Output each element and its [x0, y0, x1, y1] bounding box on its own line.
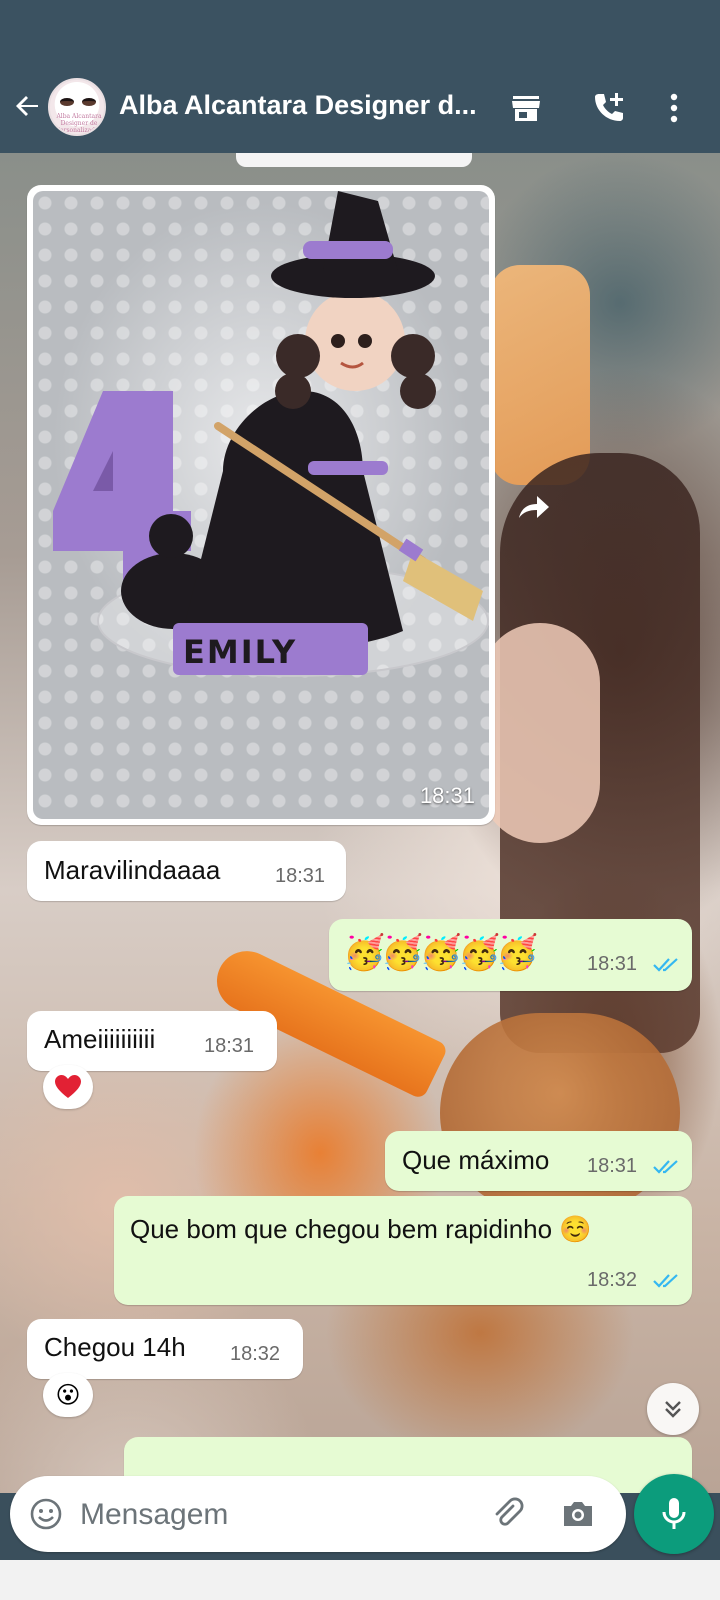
store-icon[interactable] [504, 86, 548, 130]
read-ticks-icon [653, 1160, 678, 1174]
witch-cake-topper-graphic [53, 191, 489, 677]
message-text: Que bom que chegou bem rapidinho ☺️ [130, 1214, 592, 1244]
contact-avatar[interactable]: Alba Alcantara Designer de Personalizado… [48, 78, 106, 136]
read-ticks-icon [653, 1274, 678, 1288]
message-time: 18:31 [275, 865, 326, 887]
avatar-brand-text: Alba Alcantara Designer de Personalizado… [56, 113, 102, 134]
outgoing-message[interactable]: Que máximo 18:31 [385, 1131, 692, 1191]
outgoing-message[interactable]: 🥳🥳🥳🥳🥳 18:31 [329, 919, 692, 991]
mic-icon [662, 1498, 686, 1529]
date-chip [236, 153, 472, 167]
message-time: 18:31 [419, 783, 475, 808]
outgoing-message[interactable]: Que bom que chegou bem rapidinho ☺️ 18:3… [114, 1196, 692, 1305]
message-time: 18:31 [587, 1155, 638, 1177]
message-time: 18:32 [230, 1343, 281, 1365]
scroll-to-bottom-button[interactable] [647, 1383, 699, 1435]
back-arrow-icon[interactable] [8, 86, 48, 126]
chevron-double-down-icon [665, 1401, 681, 1418]
message-input[interactable]: Mensagem [80, 1498, 228, 1532]
add-call-icon[interactable] [586, 86, 630, 130]
message-text: 🥳🥳🥳🥳🥳 [343, 934, 539, 972]
message-text: Que máximo [402, 1145, 550, 1175]
attach-icon[interactable] [488, 1494, 528, 1534]
cake-topper-name: EMILY [183, 633, 298, 671]
message-composer[interactable]: Mensagem [10, 1476, 626, 1552]
message-text: Chegou 14h [44, 1332, 186, 1362]
message-time: 18:31 [204, 1035, 255, 1057]
incoming-message[interactable]: Chegou 14h 18:32 [27, 1319, 303, 1379]
cake-topper-photo[interactable]: EMILY 18:31 [33, 191, 489, 819]
wallpaper-face [480, 623, 600, 843]
message-text: Maravilindaaaa [44, 855, 221, 885]
app-bar: Alba Alcantara Designer de Personalizado… [0, 0, 720, 153]
message-reaction[interactable] [43, 1065, 93, 1109]
conversation-header: Alba Alcantara Designer de Personalizado… [0, 72, 720, 144]
incoming-message[interactable]: Maravilindaaaa 18:31 [27, 841, 346, 901]
system-nav-area [0, 1560, 720, 1600]
forward-icon[interactable] [515, 486, 555, 526]
read-ticks-icon [653, 958, 678, 972]
message-reaction[interactable]: 😮 [43, 1373, 93, 1417]
emoji-icon[interactable] [26, 1494, 66, 1534]
message-time: 18:31 [587, 953, 638, 975]
incoming-message[interactable]: Ameiiiiiiiiii 18:31 [27, 1011, 277, 1071]
avatar-eyes-graphic [60, 98, 96, 108]
camera-icon[interactable] [558, 1494, 598, 1534]
message-time: 18:32 [587, 1269, 638, 1291]
contact-name[interactable]: Alba Alcantara Designer d... [119, 90, 489, 121]
message-text: Ameiiiiiiiiii [44, 1024, 156, 1054]
more-vert-icon[interactable] [652, 86, 696, 130]
chat-area[interactable]: EMILY 18:31 Maravilindaaaa 18:31 🥳🥳🥳🥳🥳 1… [0, 153, 720, 1493]
image-message[interactable]: EMILY 18:31 [27, 185, 495, 825]
surprised-emoji-icon: 😮 [55, 1381, 81, 1409]
wallpaper-bow [490, 265, 590, 485]
voice-message-button[interactable] [634, 1474, 714, 1554]
heart-icon [55, 1075, 81, 1098]
